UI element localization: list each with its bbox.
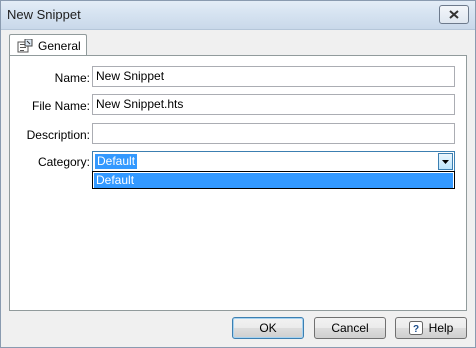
category-combobox[interactable]: Default (92, 151, 455, 172)
close-button[interactable] (439, 5, 469, 24)
new-snippet-dialog: New Snippet General Name: New Snippet Fi… (0, 0, 476, 348)
svg-text:?: ? (413, 324, 419, 335)
file-name-label: File Name: (31, 99, 90, 113)
close-icon (449, 10, 459, 19)
cancel-button[interactable]: Cancel (314, 317, 386, 339)
file-name-field[interactable]: New Snippet.hts (92, 94, 455, 115)
properties-icon (17, 39, 33, 53)
help-icon: ? (408, 321, 423, 335)
category-dropdown-list: Default (92, 171, 455, 189)
help-button[interactable]: ? Help (395, 317, 467, 339)
name-field[interactable]: New Snippet (92, 66, 455, 87)
title-bar[interactable]: New Snippet (1, 1, 475, 30)
help-button-label: Help (428, 321, 454, 335)
category-dropdown-button[interactable] (438, 153, 453, 170)
category-label: Category: (37, 155, 90, 169)
ok-button[interactable]: OK (232, 317, 304, 339)
general-tab-panel: Name: New Snippet File Name: New Snippet… (9, 55, 467, 311)
tab-general[interactable]: General (9, 34, 87, 57)
name-label: Name: (54, 71, 90, 85)
description-label: Description: (26, 128, 90, 142)
window-title: New Snippet (7, 7, 81, 22)
description-field[interactable] (92, 123, 455, 144)
chevron-down-icon (442, 159, 449, 164)
category-selected-value: Default (95, 154, 138, 169)
tab-general-label: General (38, 39, 81, 53)
category-option-default[interactable]: Default (94, 173, 453, 188)
